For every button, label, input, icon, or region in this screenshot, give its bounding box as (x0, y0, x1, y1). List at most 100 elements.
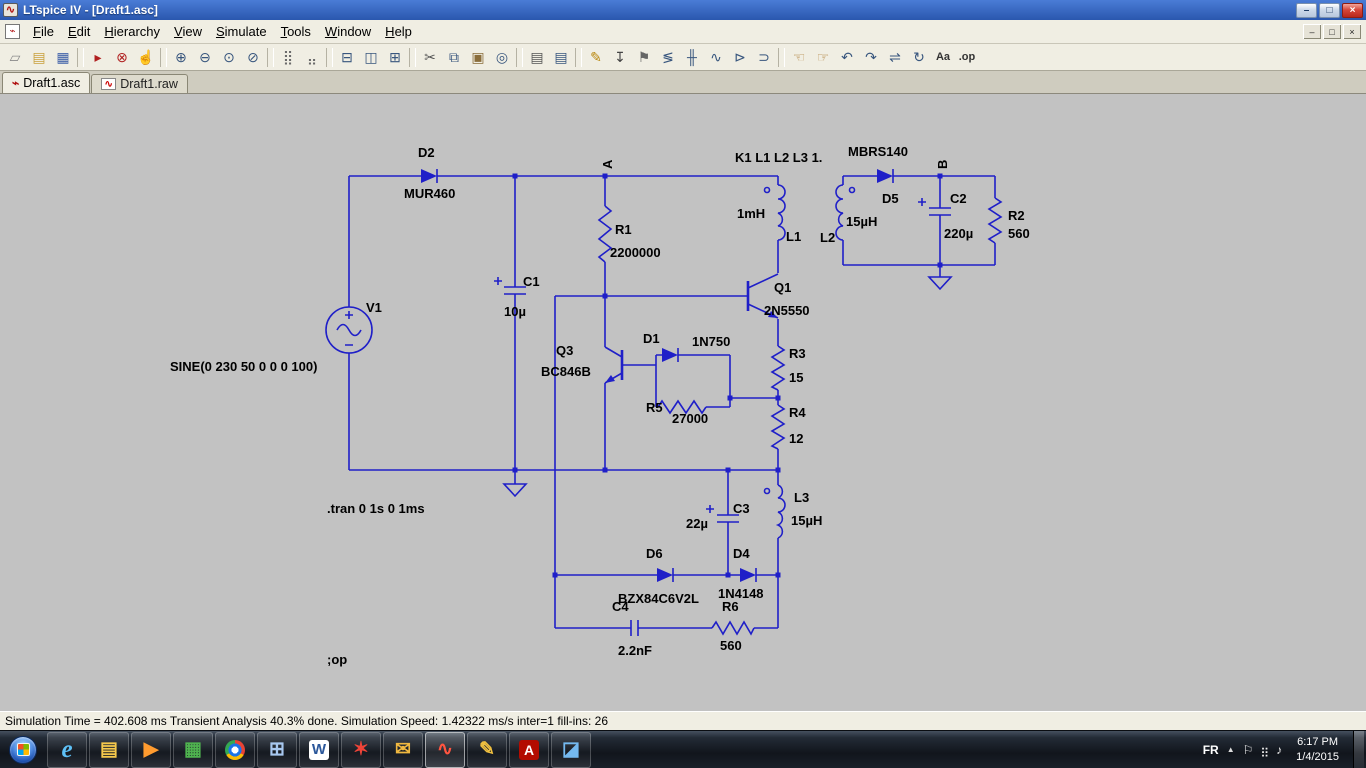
schematic-area[interactable]: D2 MUR460 V1 SINE(0 230 50 0 0 0 100) C1… (0, 94, 1366, 711)
spice-directive-coupling[interactable]: K1 L1 L2 L3 1. (735, 150, 822, 165)
green-app-icon[interactable]: ▦ (173, 731, 213, 768)
spice-directive-icon[interactable]: .op (955, 46, 979, 68)
resistor-icon[interactable]: ≶ (656, 46, 680, 68)
label-R3-value[interactable]: 15 (789, 370, 803, 385)
label-C4-value[interactable]: 2.2nF (618, 643, 652, 658)
label-R4-name[interactable]: R4 (789, 405, 806, 420)
ground-icon[interactable]: ↧ (608, 46, 632, 68)
ground-symbol[interactable] (502, 483, 528, 498)
label-C4-name[interactable]: C4 (612, 599, 629, 614)
tile-vertical-icon[interactable]: ◫ (359, 46, 383, 68)
ie-icon[interactable]: e (47, 731, 87, 768)
tab-draft1-asc[interactable]: ⌁ Draft1.asc (2, 72, 91, 93)
label-R1-name[interactable]: R1 (615, 222, 632, 237)
chrome-icon[interactable] (215, 731, 255, 768)
label-R3-name[interactable]: R3 (789, 346, 806, 361)
label-C1-name[interactable]: C1 (523, 274, 540, 289)
diode-D4[interactable] (740, 568, 757, 582)
capacitor-C2[interactable] (918, 198, 951, 216)
toolbar-separator[interactable] (160, 47, 167, 67)
label-D6-value[interactable]: BZX84C6V2L (618, 591, 699, 606)
redo-icon[interactable]: ↷ (859, 46, 883, 68)
inductor-L3[interactable] (763, 484, 786, 539)
diode-D2[interactable] (421, 169, 438, 183)
paint-app-icon[interactable]: ✎ (467, 731, 507, 768)
tile-horizontal-icon[interactable]: ⊟ (335, 46, 359, 68)
label-D2-value[interactable]: MUR460 (404, 186, 455, 201)
capacitor-icon[interactable]: ╫ (680, 46, 704, 68)
spice-directive-op[interactable]: ;op (327, 652, 347, 667)
toolbar-separator[interactable] (77, 47, 84, 67)
cascade-icon[interactable]: ⊞ (383, 46, 407, 68)
open-icon[interactable]: ▤ (27, 46, 51, 68)
spice-directive-tran[interactable]: .tran 0 1s 0 1ms (327, 501, 425, 516)
label-R2-name[interactable]: R2 (1008, 208, 1025, 223)
undo-icon[interactable]: ↶ (835, 46, 859, 68)
grid-icon[interactable]: ⣿ (276, 46, 300, 68)
mdi-minimize-button[interactable]: – (1303, 24, 1321, 39)
drag-icon[interactable]: ☞ (811, 46, 835, 68)
maximize-button[interactable]: □ (1319, 2, 1340, 18)
mail-icon[interactable]: ✉ (383, 731, 423, 768)
label-D2-name[interactable]: D2 (418, 145, 435, 160)
inductor-L1[interactable] (763, 184, 786, 241)
resistor-R2[interactable] (987, 197, 1003, 244)
image-viewer-icon[interactable]: ◪ (551, 731, 591, 768)
toolbar-separator[interactable] (575, 47, 582, 67)
label-C3-name[interactable]: C3 (733, 501, 750, 516)
transistor-Q3[interactable] (604, 346, 624, 384)
new-schematic-icon[interactable]: ▱ (3, 46, 27, 68)
menu-tools[interactable]: Tools (274, 21, 318, 42)
close-button[interactable]: × (1342, 2, 1363, 18)
label-Q1-name[interactable]: Q1 (774, 280, 791, 295)
inductor-L2[interactable] (835, 184, 856, 241)
net-label-A[interactable]: A (600, 159, 615, 169)
print-icon[interactable]: ▤ (549, 46, 573, 68)
find-icon[interactable]: ◎ (490, 46, 514, 68)
move-icon[interactable]: ☜ (787, 46, 811, 68)
label-Q1-value[interactable]: 2N5550 (764, 303, 810, 318)
language-indicator[interactable]: FR (1203, 743, 1219, 757)
diode-D5[interactable] (877, 169, 894, 183)
label-L1-name[interactable]: L1 (786, 229, 801, 244)
volume-icon[interactable]: ♪ (1276, 743, 1282, 757)
label-C1-value[interactable]: 10µ (504, 304, 526, 319)
label-L3-name[interactable]: L3 (794, 490, 809, 505)
calculator-icon[interactable]: ⊞ (257, 731, 297, 768)
word-icon[interactable]: W (299, 731, 339, 768)
label-R5-name[interactable]: R5 (646, 400, 663, 415)
text-icon[interactable]: Aa (931, 46, 955, 68)
zoom-in-icon[interactable]: ⊕ (169, 46, 193, 68)
label-L1-value[interactable]: 1mH (737, 206, 765, 221)
toolbar-separator[interactable] (409, 47, 416, 67)
net-label-icon[interactable]: ⚑ (632, 46, 656, 68)
diode-D1[interactable] (662, 348, 679, 362)
resistor-R6[interactable] (711, 620, 755, 636)
adobe-reader-icon[interactable]: A (509, 731, 549, 768)
explorer-icon[interactable]: ▤ (89, 731, 129, 768)
label-D6-name[interactable]: D6 (646, 546, 663, 561)
label-V1-name[interactable]: V1 (366, 300, 382, 315)
action-center-icon[interactable]: ⚐ (1243, 743, 1254, 757)
zoom-fit-icon[interactable]: ⊘ (241, 46, 265, 68)
capacitor-C1[interactable] (494, 277, 526, 295)
paste-icon[interactable]: ▣ (466, 46, 490, 68)
net-label-B[interactable]: B (935, 160, 950, 169)
ltspice-icon[interactable]: ∿ (425, 731, 465, 768)
label-D5-value[interactable]: MBRS140 (848, 144, 908, 159)
cut-icon[interactable]: ✂ (418, 46, 442, 68)
toolbar-separator[interactable] (516, 47, 523, 67)
label-D5-name[interactable]: D5 (882, 191, 899, 206)
menu-view[interactable]: View (167, 21, 209, 42)
diode-D6[interactable] (657, 568, 674, 582)
capacitor-C4[interactable] (630, 620, 639, 636)
menu-file[interactable]: File (26, 21, 61, 42)
run-icon[interactable]: ▸ (86, 46, 110, 68)
mirror-icon[interactable]: ⇌ (883, 46, 907, 68)
resistor-R3[interactable] (770, 345, 786, 391)
label-C2-name[interactable]: C2 (950, 191, 967, 206)
label-R6-name[interactable]: R6 (722, 599, 739, 614)
label-R1-value[interactable]: 2200000 (610, 245, 661, 260)
mdi-close-button[interactable]: × (1343, 24, 1361, 39)
diode-icon[interactable]: ⊳ (728, 46, 752, 68)
